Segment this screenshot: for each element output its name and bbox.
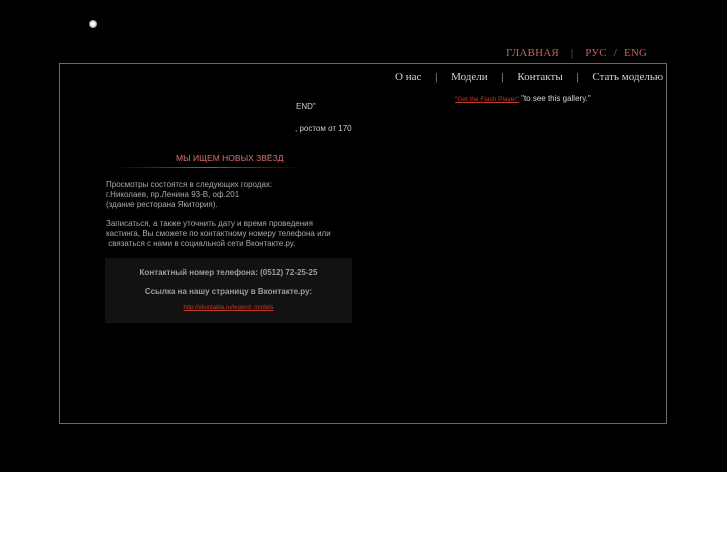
page-background: ГЛАВНАЯ | РУС / ENG О нас | Модели | Кон… (0, 0, 727, 472)
vk-label: Ссылка на нашу страницу в Вконтакте.ру: (144, 287, 313, 296)
nav-separator: | (570, 47, 574, 59)
menu-item-become-model[interactable]: Стать моделью (592, 71, 663, 83)
flash-notice: "Get the Flash Player" "to see this gall… (455, 94, 591, 103)
menu-item-models[interactable]: Модели (451, 71, 488, 83)
nav-home-link[interactable]: ГЛАВНАЯ (506, 47, 559, 59)
menu-separator: | (576, 71, 579, 83)
lang-slash: / (613, 47, 618, 59)
logo-dot-icon (89, 20, 97, 28)
menu-item-contacts[interactable]: Контакты (517, 71, 562, 83)
truncated-text-line1: END" (296, 102, 316, 111)
lang-ru-link[interactable]: РУС (585, 47, 607, 59)
main-menu: О нас | Модели | Контакты | Стать модель… (395, 71, 663, 83)
cities-paragraph: Просмотры состоятся в следующих городах:… (106, 180, 273, 209)
get-flash-player-link[interactable]: "Get the Flash Player" (455, 96, 519, 103)
heading-divider (113, 167, 303, 168)
top-nav: ГЛАВНАЯ | РУС / ENG (506, 47, 647, 59)
lang-en-link[interactable]: ENG (624, 47, 647, 59)
signup-paragraph: Записаться, а также уточнить дату и врем… (106, 219, 331, 248)
contact-info-box: Контактный номер телефона: (0512) 72-25-… (105, 258, 352, 323)
phone-text: Контактный номер телефона: (0512) 72-25-… (139, 268, 318, 277)
truncated-text-line2: , ростом от 170 (295, 124, 352, 133)
menu-separator: | (435, 71, 438, 83)
menu-separator: | (501, 71, 504, 83)
menu-item-about[interactable]: О нас (395, 71, 421, 83)
flash-notice-text: "to see this gallery." (518, 94, 591, 103)
vk-link[interactable]: http://vkontakte.ru/legend_models (105, 305, 352, 311)
section-heading: МЫ ИЩЕМ НОВЫХ ЗВЁЗД (176, 153, 284, 163)
